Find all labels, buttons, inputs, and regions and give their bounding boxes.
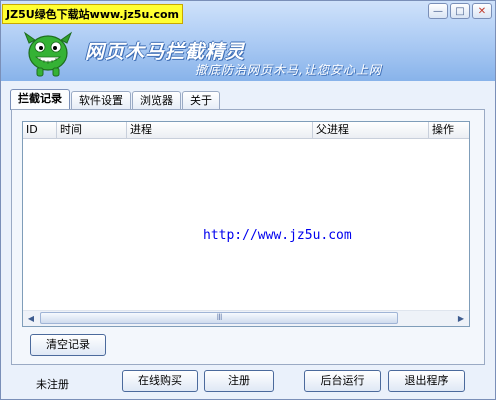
minimize-button[interactable]: —: [428, 3, 448, 19]
tab-browser[interactable]: 浏览器: [132, 91, 181, 109]
register-button[interactable]: 注册: [204, 370, 274, 392]
watermark-url: http://www.jz5u.com: [203, 228, 352, 243]
scroll-right-icon[interactable]: ▶: [454, 312, 468, 325]
maximize-button[interactable]: □: [450, 3, 470, 19]
horizontal-scrollbar[interactable]: ◀ III ▶: [23, 310, 469, 326]
scroll-left-icon[interactable]: ◀: [24, 312, 38, 325]
clear-records-button[interactable]: 清空记录: [30, 334, 106, 356]
tab-software-settings[interactable]: 软件设置: [71, 91, 131, 109]
table-header: ID 时间 进程 父进程 操作: [23, 122, 469, 139]
run-background-button[interactable]: 后台运行: [304, 370, 381, 392]
column-header-id[interactable]: ID: [23, 122, 57, 138]
close-button[interactable]: ✕: [472, 3, 492, 19]
window-controls: — □ ✕: [428, 3, 492, 19]
column-header-action[interactable]: 操作: [429, 122, 469, 138]
tab-bar: 拦截记录 软件设置 浏览器 关于: [10, 89, 220, 110]
app-title: 网页木马拦截精灵: [85, 41, 246, 63]
site-banner[interactable]: JZ5U绿色下载站www.jz5u.com: [2, 4, 183, 24]
intercept-log-table[interactable]: ID 时间 进程 父进程 操作 http://www.jz5u.com ◀ II…: [22, 121, 470, 327]
scroll-thumb[interactable]: III: [40, 312, 398, 324]
green-monster-mascot-icon: [23, 31, 73, 77]
column-header-parent-process[interactable]: 父进程: [313, 122, 429, 138]
app-slogan: 撤底防治网页木马,让您安心上网: [195, 63, 382, 77]
column-header-process[interactable]: 进程: [127, 122, 313, 138]
tab-about[interactable]: 关于: [182, 91, 220, 109]
app-window: JZ5U绿色下载站www.jz5u.com — □ ✕ 网页木马拦截精灵 撤底防…: [0, 0, 496, 400]
exit-button[interactable]: 退出程序: [388, 370, 465, 392]
header-banner: JZ5U绿色下载站www.jz5u.com — □ ✕ 网页木马拦截精灵 撤底防…: [1, 1, 495, 81]
tab-intercept-log[interactable]: 拦截记录: [10, 89, 70, 110]
buy-online-button[interactable]: 在线购买: [122, 370, 198, 392]
registration-status: 未注册: [36, 378, 69, 391]
column-header-time[interactable]: 时间: [57, 122, 127, 138]
